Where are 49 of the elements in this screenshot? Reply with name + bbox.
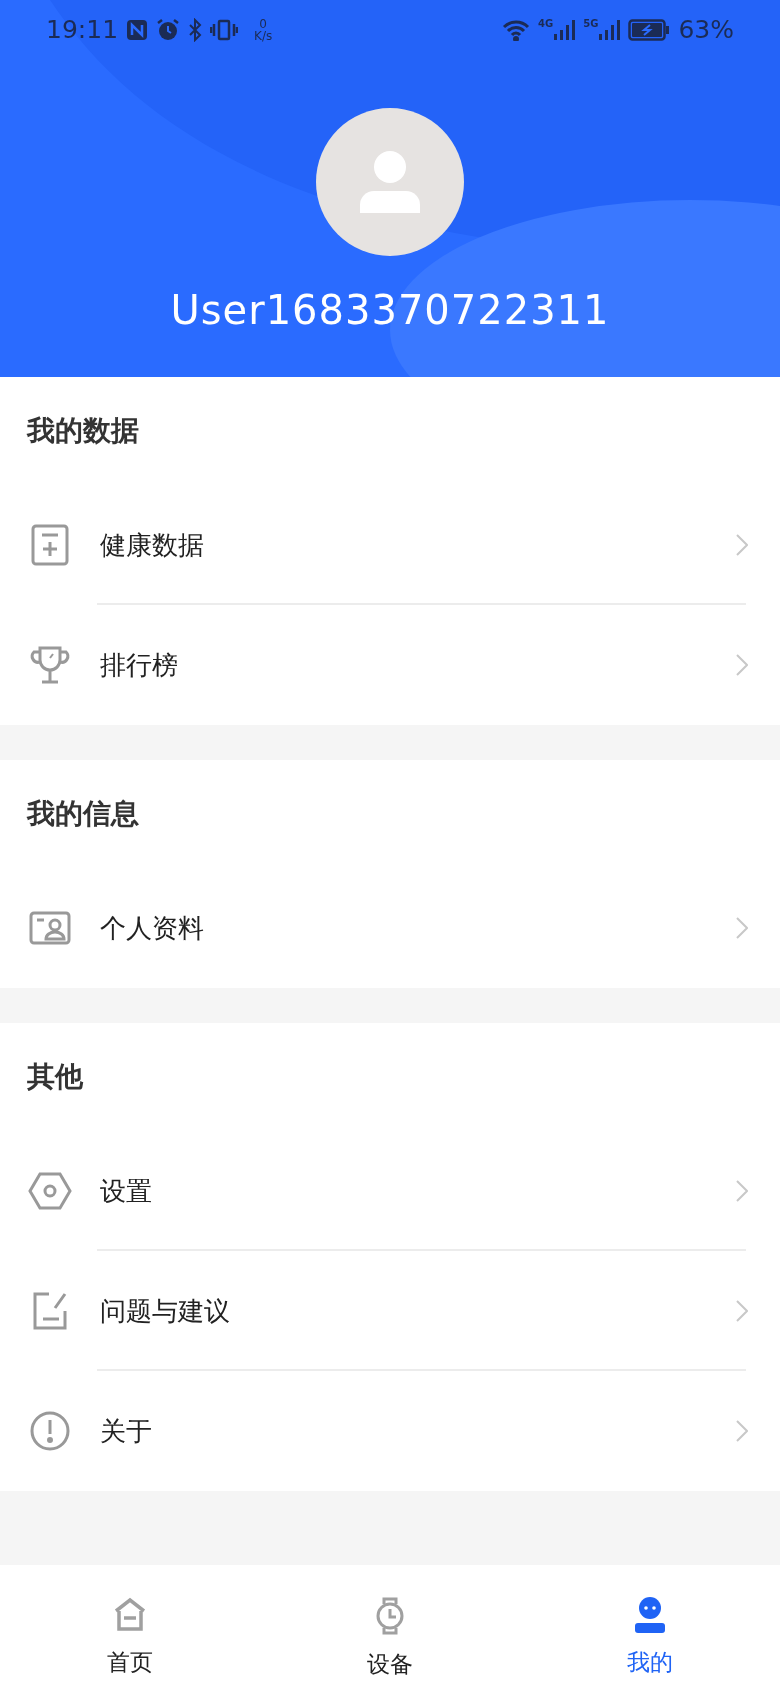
chevron-right-icon: [736, 1180, 748, 1202]
vibrate-icon: [210, 19, 239, 41]
username: User1683370722311: [170, 286, 610, 335]
nav-tab[interactable]: 首页: [0, 1565, 260, 1690]
menu-item-label: 健康数据: [100, 528, 204, 562]
menu-item-label: 关于: [100, 1414, 152, 1448]
network-type-text: 5G: [583, 19, 599, 29]
menu-item[interactable]: 排行榜: [0, 605, 780, 725]
person-silhouette-icon: [357, 149, 423, 215]
menu-item-label: 排行榜: [100, 648, 178, 682]
time-text: 19:11: [46, 14, 119, 47]
menu-item-label: 设置: [100, 1174, 152, 1208]
id-card-icon: [29, 911, 71, 945]
section-title: 其他: [27, 1059, 83, 1095]
alarm-icon: [156, 18, 181, 42]
section-title: 我的信息: [27, 796, 139, 832]
chevron-right-icon: [736, 1300, 748, 1322]
menu-item-label: 问题与建议: [100, 1294, 230, 1328]
trophy-icon: [28, 644, 72, 686]
user-icon: [634, 1597, 666, 1633]
hexagon-nut-icon: [28, 1171, 72, 1211]
signal-icon: [553, 19, 576, 41]
menu-item[interactable]: 个人资料: [0, 868, 780, 988]
chevron-right-icon: [736, 654, 748, 676]
menu-item-label: 个人资料: [100, 911, 204, 945]
chevron-right-icon: [736, 917, 748, 939]
nav-tab[interactable]: 我的: [520, 1565, 780, 1690]
bluetooth-icon: [188, 18, 203, 42]
net-speed-unit: K/s: [254, 30, 273, 42]
nav-tab[interactable]: 设备: [260, 1565, 520, 1690]
network-type-text: 4G: [538, 19, 554, 29]
battery-charging-icon: [628, 19, 671, 41]
exclamation-circle-icon: [29, 1410, 71, 1452]
nfc-icon: [126, 19, 149, 41]
menu-item[interactable]: 设置: [0, 1131, 780, 1251]
signal-icon: [598, 19, 621, 41]
menu-item[interactable]: 关于: [0, 1371, 780, 1491]
battery-text: 63%: [678, 14, 734, 47]
home-icon: [114, 1597, 146, 1633]
chevron-right-icon: [736, 1420, 748, 1442]
menu-item[interactable]: 问题与建议: [0, 1251, 780, 1371]
menu-item[interactable]: 健康数据: [0, 485, 780, 605]
watch-icon: [375, 1597, 405, 1635]
edit-note-icon: [31, 1291, 69, 1331]
chevron-right-icon: [736, 534, 748, 556]
wifi-icon: [502, 19, 531, 41]
plus-document-icon: [30, 523, 70, 567]
section-title: 我的数据: [27, 413, 139, 449]
net-speed-value: 0: [259, 18, 267, 30]
